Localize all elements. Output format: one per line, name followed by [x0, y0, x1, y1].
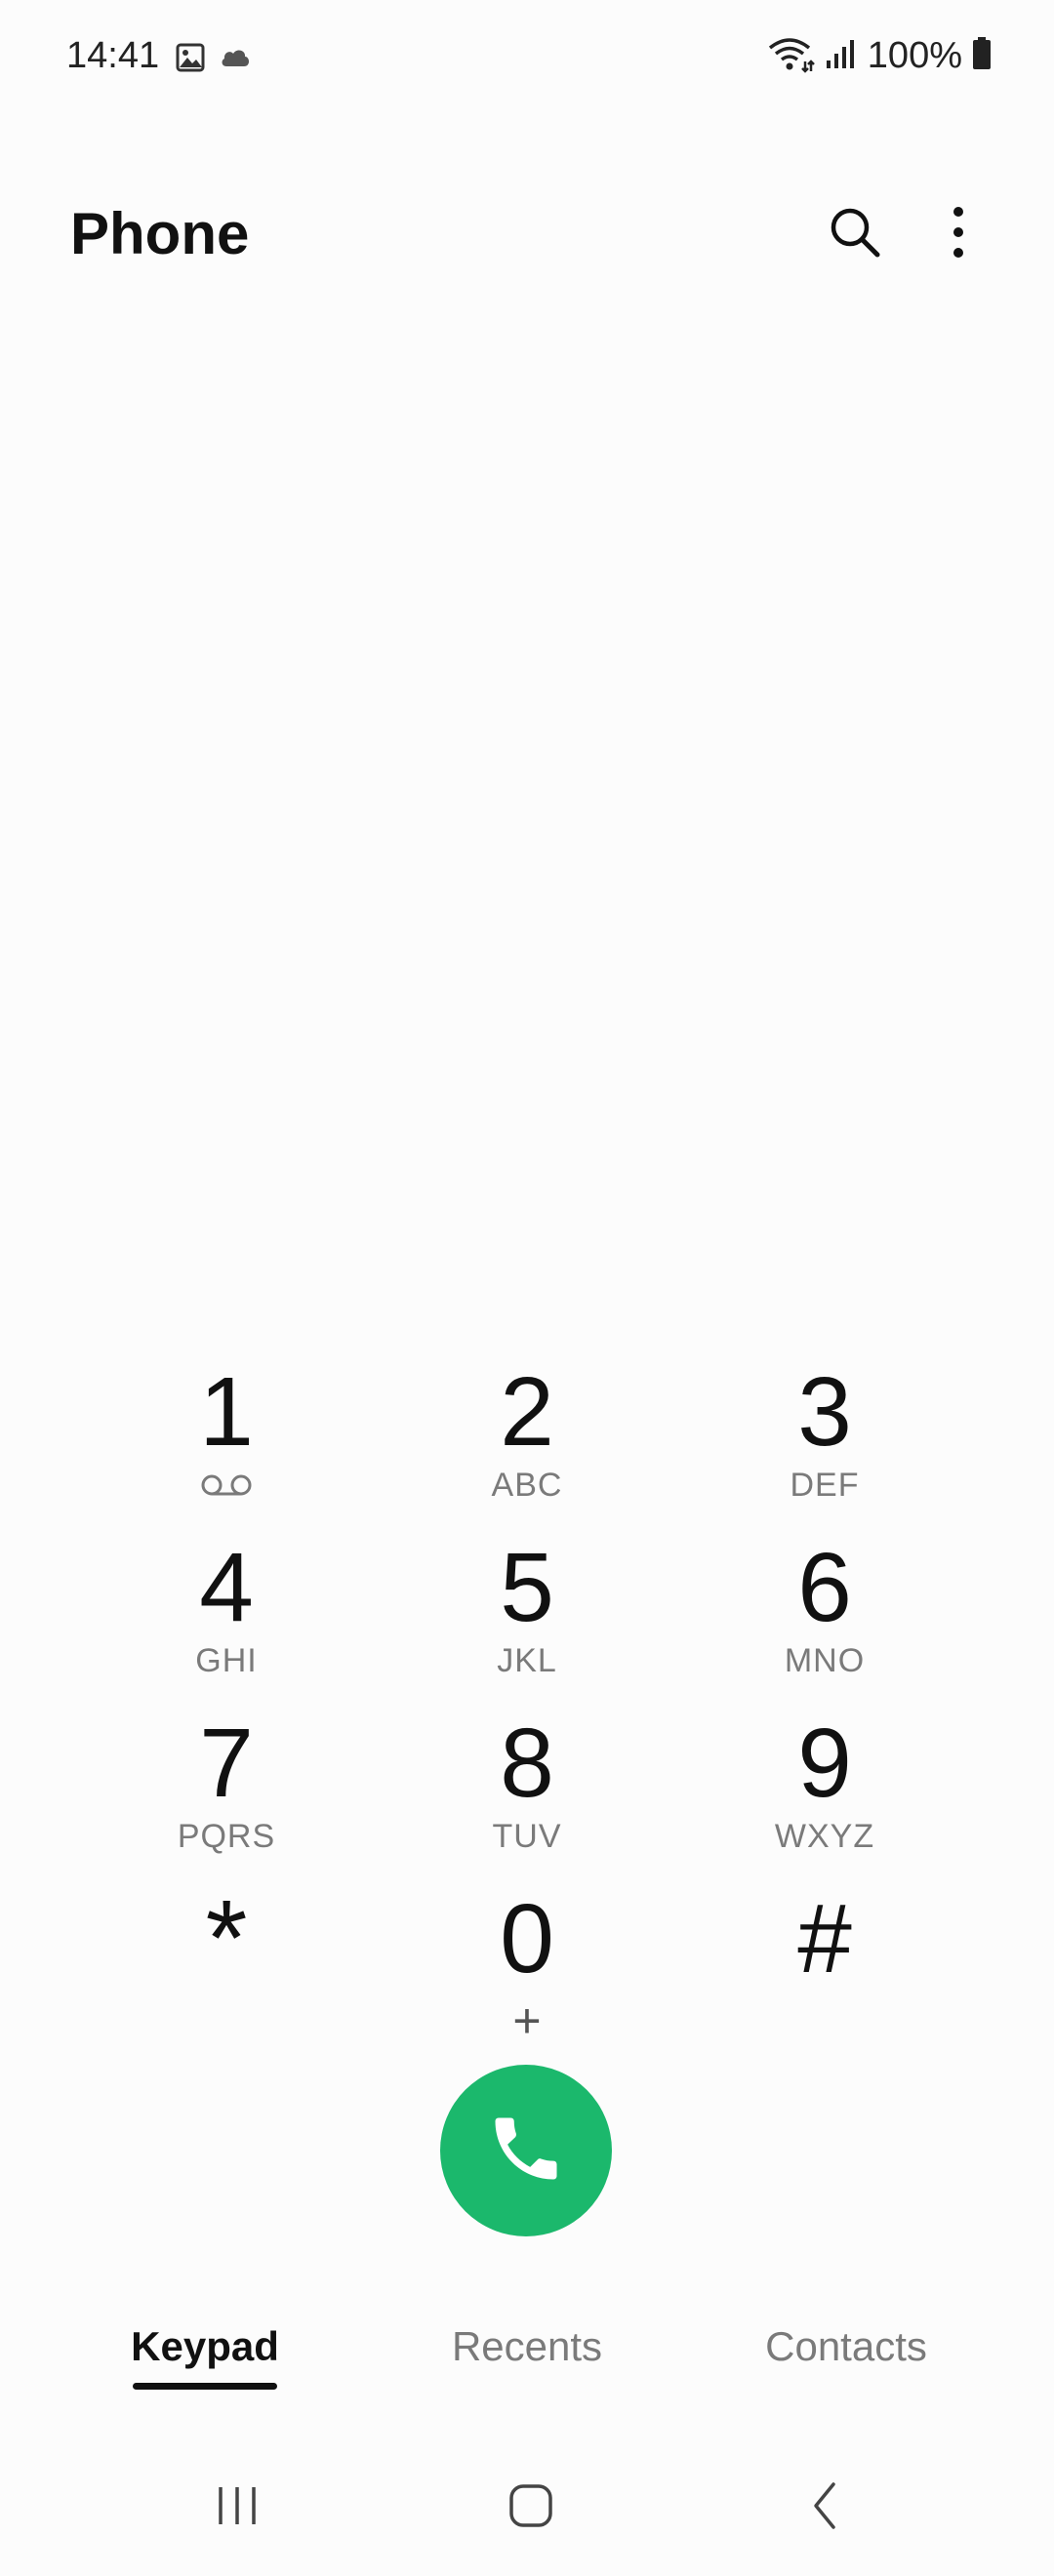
- status-right-group: 100%: [766, 31, 992, 80]
- key-digit: 7: [199, 1709, 254, 1818]
- key-digit: 3: [797, 1357, 852, 1467]
- status-bar: 14:41 100%: [0, 0, 1054, 117]
- dialpad: 1 2 ABC 3 DEF 4 GHI 5 JKL 6 MNO 7 PQRS 8…: [0, 1347, 1054, 2049]
- bottom-tabs: Keypad Recents Contacts: [0, 2313, 1054, 2410]
- search-button[interactable]: [816, 195, 894, 273]
- cloud-icon: [219, 45, 252, 75]
- dial-key-star[interactable]: *: [100, 1873, 353, 2049]
- dial-key-1[interactable]: 1: [100, 1347, 353, 1522]
- dial-key-0[interactable]: 0 +: [400, 1873, 654, 2049]
- voicemail-icon: [100, 1466, 353, 1505]
- search-icon: [828, 205, 882, 264]
- key-digit: 5: [500, 1533, 554, 1642]
- page-title: Phone: [70, 201, 250, 266]
- recent-apps-button[interactable]: [188, 2469, 286, 2547]
- tab-label: Keypad: [131, 2323, 279, 2369]
- back-icon: [806, 2479, 845, 2537]
- signal-icon: [825, 37, 858, 75]
- active-tab-indicator: [133, 2383, 277, 2390]
- key-digit: 9: [797, 1709, 852, 1818]
- battery-icon: [972, 36, 992, 75]
- dial-row: 4 GHI 5 JKL 6 MNO: [0, 1522, 1054, 1698]
- key-digit: 6: [797, 1533, 852, 1642]
- dial-row: 7 PQRS 8 TUV 9 WXYZ: [0, 1698, 1054, 1873]
- key-digit: 0: [500, 1884, 554, 1993]
- more-options-icon: [949, 205, 968, 264]
- key-digit: 2: [500, 1357, 554, 1467]
- key-digit: 1: [199, 1357, 254, 1467]
- key-digit: *: [205, 1878, 248, 1998]
- key-letters: TUV: [492, 1818, 562, 1855]
- key-digit: 4: [199, 1533, 254, 1642]
- key-digit: #: [797, 1884, 852, 1993]
- key-letters: WXYZ: [774, 1818, 875, 1855]
- key-digit: 8: [500, 1709, 554, 1818]
- tab-label: Recents: [451, 2323, 603, 2369]
- dial-row: * 0 + #: [0, 1873, 1054, 2049]
- more-options-button[interactable]: [919, 195, 997, 273]
- back-button[interactable]: [777, 2469, 874, 2547]
- key-letters: PQRS: [177, 1818, 276, 1855]
- status-time: 14:41: [66, 35, 160, 76]
- battery-percent: 100%: [867, 35, 962, 76]
- key-letters: ABC: [491, 1467, 563, 1504]
- dial-key-9[interactable]: 9 WXYZ: [698, 1698, 952, 1873]
- key-letters: MNO: [784, 1642, 866, 1679]
- dial-key-hash[interactable]: #: [698, 1873, 952, 2049]
- dial-key-4[interactable]: 4 GHI: [100, 1522, 353, 1698]
- navigation-bar: [0, 2459, 1054, 2556]
- dial-row: 1 2 ABC 3 DEF: [0, 1347, 1054, 1522]
- tab-contacts[interactable]: Contacts: [742, 2313, 951, 2410]
- wifi-icon: [766, 34, 815, 78]
- dial-key-3[interactable]: 3 DEF: [698, 1347, 952, 1522]
- tab-recents[interactable]: Recents: [429, 2313, 625, 2410]
- gallery-icon: [176, 43, 205, 77]
- tab-label: Contacts: [765, 2323, 927, 2369]
- key-letters: JKL: [497, 1642, 557, 1679]
- dial-key-7[interactable]: 7 PQRS: [100, 1698, 353, 1873]
- dial-key-6[interactable]: 6 MNO: [698, 1522, 952, 1698]
- call-button[interactable]: [440, 2065, 612, 2236]
- key-letters: +: [512, 1993, 542, 2048]
- tab-keypad[interactable]: Keypad: [131, 2313, 279, 2410]
- dial-key-8[interactable]: 8 TUV: [400, 1698, 654, 1873]
- dial-key-2[interactable]: 2 ABC: [400, 1347, 654, 1522]
- dial-key-5[interactable]: 5 JKL: [400, 1522, 654, 1698]
- key-letters: GHI: [195, 1642, 258, 1679]
- recent-apps-icon: [213, 2481, 262, 2535]
- home-button[interactable]: [482, 2469, 580, 2547]
- key-letters: DEF: [790, 1467, 860, 1504]
- home-icon: [507, 2481, 555, 2535]
- phone-icon: [485, 2108, 567, 2194]
